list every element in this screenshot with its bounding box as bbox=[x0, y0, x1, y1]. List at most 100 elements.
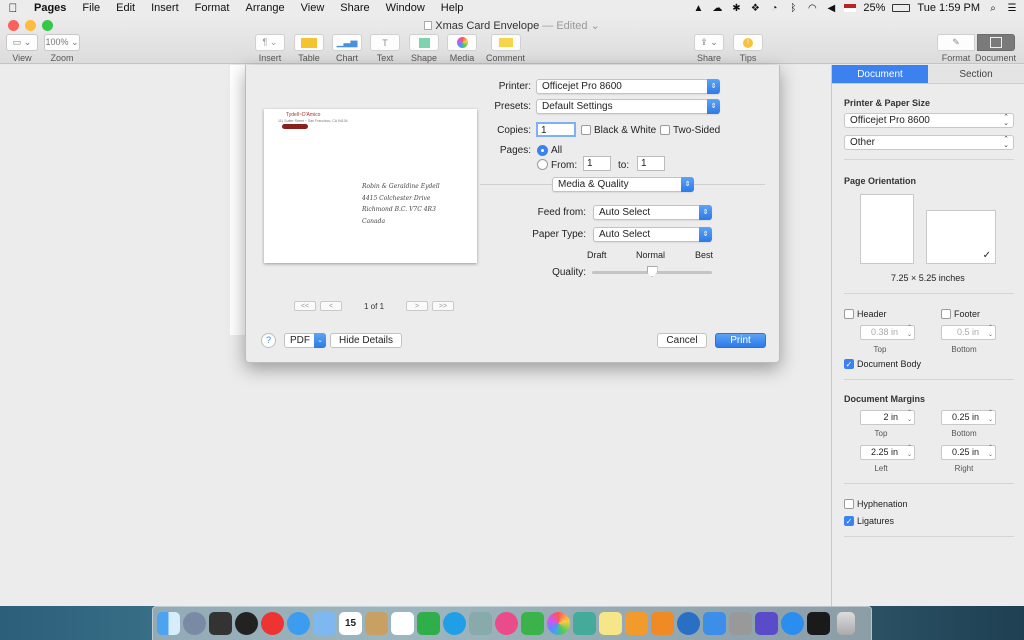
cloud-icon[interactable]: ☁ bbox=[711, 3, 723, 14]
document-title[interactable]: Xmas Card Envelope — Edited ⌄ bbox=[0, 19, 1024, 32]
text-box-icon[interactable]: T bbox=[370, 34, 400, 51]
media-tool[interactable]: Media bbox=[447, 34, 477, 63]
top-margin-stepper[interactable]: 2 in bbox=[860, 410, 915, 425]
left-margin-stepper[interactable]: 2.25 in bbox=[860, 445, 915, 460]
to-page-input[interactable]: 1 bbox=[637, 156, 665, 171]
asterisk-icon[interactable]: ✱ bbox=[730, 3, 742, 14]
header-margin-stepper[interactable]: 0.38 in bbox=[860, 325, 915, 340]
disk-utility-icon[interactable] bbox=[729, 612, 752, 635]
section-popup[interactable]: Media & Quality ⇕ bbox=[552, 177, 694, 192]
shape-icon[interactable] bbox=[409, 34, 439, 51]
pages-icon[interactable] bbox=[625, 612, 648, 635]
first-page-button[interactable]: << bbox=[294, 301, 316, 311]
paragraph-icon[interactable]: ¶ ⌄ bbox=[255, 34, 285, 51]
two-sided-checkbox[interactable] bbox=[660, 125, 670, 135]
bottom-margin-stepper[interactable]: 0.25 in bbox=[941, 410, 996, 425]
help-icon[interactable]: ? bbox=[261, 333, 276, 348]
hyphenation-checkbox[interactable] bbox=[844, 499, 854, 509]
menu-share[interactable]: Share bbox=[332, 2, 377, 14]
menu-window[interactable]: Window bbox=[378, 2, 433, 14]
bluetooth-icon[interactable]: ᛒ bbox=[787, 3, 799, 14]
comment-tool[interactable]: Comment bbox=[486, 34, 525, 63]
paper-type-popup[interactable]: Auto Select ⇕ bbox=[593, 227, 712, 242]
apple-menu-icon[interactable]:  bbox=[0, 1, 26, 15]
volume-icon[interactable]: ◀ bbox=[825, 3, 837, 14]
cancel-button[interactable]: Cancel bbox=[657, 333, 707, 348]
inspector-printer-popup[interactable]: Officejet Pro 8600 ⌃ ⌄ bbox=[844, 113, 1014, 128]
hide-details-button[interactable]: Hide Details bbox=[330, 333, 402, 348]
last-page-button[interactable]: >> bbox=[432, 301, 455, 311]
footer-margin-stepper[interactable]: 0.5 in bbox=[941, 325, 996, 340]
copies-input[interactable]: 1 bbox=[536, 122, 576, 137]
menu-arrange[interactable]: Arrange bbox=[237, 2, 292, 14]
activity-monitor-icon[interactable] bbox=[807, 612, 830, 635]
paintbrush-icon[interactable]: ✎ bbox=[937, 34, 975, 51]
tips-icon[interactable]: ! bbox=[733, 34, 763, 51]
numbers-icon[interactable] bbox=[417, 612, 440, 635]
menu-format[interactable]: Format bbox=[187, 2, 238, 14]
palm-icon[interactable] bbox=[573, 612, 596, 635]
flag-icon[interactable] bbox=[844, 4, 857, 12]
photos-icon[interactable] bbox=[547, 612, 570, 635]
quality-slider-thumb[interactable] bbox=[646, 266, 658, 277]
share-icon[interactable]: ⇪ ⌄ bbox=[694, 34, 724, 51]
view-tool[interactable]: ▭ ⌄ View bbox=[6, 34, 38, 63]
safari-icon[interactable] bbox=[287, 612, 310, 635]
stickies-icon[interactable] bbox=[599, 612, 622, 635]
menu-help[interactable]: Help bbox=[433, 2, 472, 14]
tab-section[interactable]: Section bbox=[928, 65, 1024, 83]
notes-icon[interactable] bbox=[365, 612, 388, 635]
ligatures-checkbox[interactable]: ✓ bbox=[844, 516, 854, 526]
next-page-button[interactable]: > bbox=[406, 301, 429, 311]
time-machine-icon[interactable]: ◔ bbox=[768, 3, 780, 14]
tab-document[interactable]: Document bbox=[832, 65, 928, 83]
previous-page-button[interactable]: < bbox=[320, 301, 342, 311]
menu-insert[interactable]: Insert bbox=[143, 2, 187, 14]
chart-icon[interactable]: ▁▃▅ bbox=[332, 34, 362, 51]
document-panel-icon[interactable] bbox=[976, 34, 1015, 51]
pages-range-radio[interactable] bbox=[537, 159, 548, 170]
view-icon[interactable]: ▭ ⌄ bbox=[6, 34, 38, 51]
preview-icon[interactable] bbox=[469, 612, 492, 635]
pages-all-radio[interactable] bbox=[537, 145, 548, 156]
feed-popup[interactable]: Auto Select ⇕ bbox=[593, 205, 712, 220]
table-icon[interactable] bbox=[294, 34, 324, 51]
comment-icon[interactable] bbox=[490, 34, 521, 51]
finder-icon[interactable] bbox=[157, 612, 180, 635]
zoom-popup[interactable]: 100% ⌄ bbox=[44, 34, 80, 51]
facetime-icon[interactable] bbox=[521, 612, 544, 635]
text-tool[interactable]: T Text bbox=[370, 34, 400, 63]
ibooks-icon[interactable] bbox=[651, 612, 674, 635]
calendar-icon[interactable]: 15 bbox=[339, 612, 362, 635]
header-checkbox[interactable] bbox=[844, 309, 854, 319]
clock[interactable]: Tue 1:59 PM bbox=[917, 2, 980, 14]
wifi-icon[interactable]: ◠ bbox=[806, 3, 818, 14]
skype-icon[interactable] bbox=[443, 612, 466, 635]
pdf-menu-button[interactable]: PDF ⌄ bbox=[284, 333, 326, 348]
insert-tool[interactable]: ¶ ⌄ Insert bbox=[255, 34, 285, 63]
mission-control-icon[interactable] bbox=[209, 612, 232, 635]
landscape-orientation[interactable]: ✓ bbox=[926, 210, 996, 264]
paper-size-popup[interactable]: Other ⌃ ⌄ bbox=[844, 135, 1014, 150]
menu-file[interactable]: File bbox=[74, 2, 108, 14]
itunes-icon[interactable] bbox=[495, 612, 518, 635]
app-store-icon[interactable] bbox=[781, 612, 804, 635]
media-icon[interactable] bbox=[447, 34, 477, 51]
dropbox-app-icon[interactable] bbox=[703, 612, 726, 635]
mail-icon[interactable] bbox=[313, 612, 336, 635]
tips-tool[interactable]: ! Tips bbox=[733, 34, 763, 63]
format-tool[interactable]: ✎ Format bbox=[937, 34, 975, 63]
portrait-orientation[interactable] bbox=[860, 194, 914, 264]
shape-tool[interactable]: Shape bbox=[409, 34, 439, 63]
app-red-icon[interactable] bbox=[261, 612, 284, 635]
trash-icon[interactable] bbox=[837, 612, 855, 635]
print-button[interactable]: Print bbox=[715, 333, 766, 348]
globe-icon[interactable] bbox=[677, 612, 700, 635]
battery-icon[interactable] bbox=[892, 4, 911, 12]
notification-center-icon[interactable]: ☰ bbox=[1006, 3, 1018, 14]
presets-popup[interactable]: Default Settings ⇕ bbox=[536, 99, 720, 114]
printer-popup[interactable]: Officejet Pro 8600 ⇕ bbox=[536, 79, 720, 94]
document-tool[interactable]: Document bbox=[975, 34, 1016, 63]
menu-pages[interactable]: Pages bbox=[26, 2, 74, 14]
table-tool[interactable]: Table bbox=[294, 34, 324, 63]
